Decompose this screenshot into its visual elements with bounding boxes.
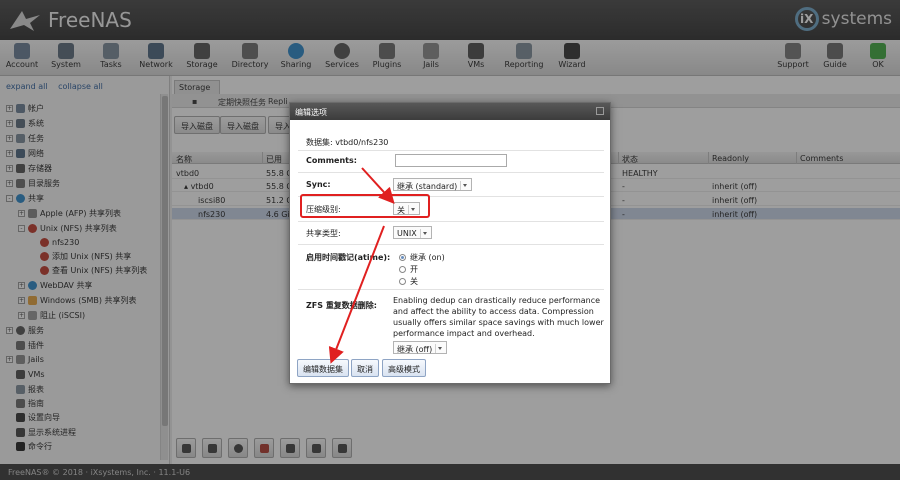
divider xyxy=(298,150,604,151)
divider xyxy=(298,172,604,173)
dedup-select[interactable]: 继承 (off) xyxy=(393,341,448,354)
atime-label: 启用时间戳记(atime): xyxy=(306,253,391,262)
divider xyxy=(298,289,604,290)
edit-dataset-button[interactable]: 编辑数据集 xyxy=(297,359,349,377)
atime-option-off[interactable]: 关 xyxy=(399,276,418,287)
advanced-mode-button[interactable]: 高级模式 xyxy=(382,359,426,377)
share-type-label: 共享类型: xyxy=(306,229,341,238)
radio-icon[interactable] xyxy=(399,278,406,285)
dedup-label: ZFS 重复数据删除: xyxy=(306,301,378,310)
chevron-down-icon xyxy=(435,344,443,353)
sync-select[interactable]: 继承 (standard) xyxy=(393,178,473,191)
chevron-down-icon xyxy=(419,229,428,238)
dataset-label: 数据集: vtbd0/nfs230 xyxy=(306,138,389,147)
divider xyxy=(298,244,604,245)
edit-options-dialog: 编辑选项 数据集: vtbd0/nfs230 Comments: Sync: 继… xyxy=(289,102,611,384)
divider xyxy=(298,221,604,222)
share-type-select[interactable]: UNIX xyxy=(393,226,432,239)
atime-option-inherit[interactable]: 继承 (on) xyxy=(399,252,445,263)
dialog-title-bar: 编辑选项 xyxy=(290,103,610,120)
comments-input[interactable] xyxy=(395,154,507,167)
comments-label: Comments: xyxy=(306,156,357,165)
dialog-title: 编辑选项 xyxy=(295,108,327,117)
dedup-warning-text: Enabling dedup can drastically reduce pe… xyxy=(393,296,604,338)
radio-icon[interactable] xyxy=(399,266,406,273)
compression-highlight-box xyxy=(300,194,430,218)
chevron-down-icon xyxy=(460,181,468,190)
atime-option-on[interactable]: 开 xyxy=(399,264,418,275)
sync-label: Sync: xyxy=(306,180,331,189)
cancel-button[interactable]: 取消 xyxy=(351,359,379,377)
close-icon[interactable] xyxy=(596,107,604,115)
radio-selected-icon[interactable] xyxy=(399,254,406,261)
